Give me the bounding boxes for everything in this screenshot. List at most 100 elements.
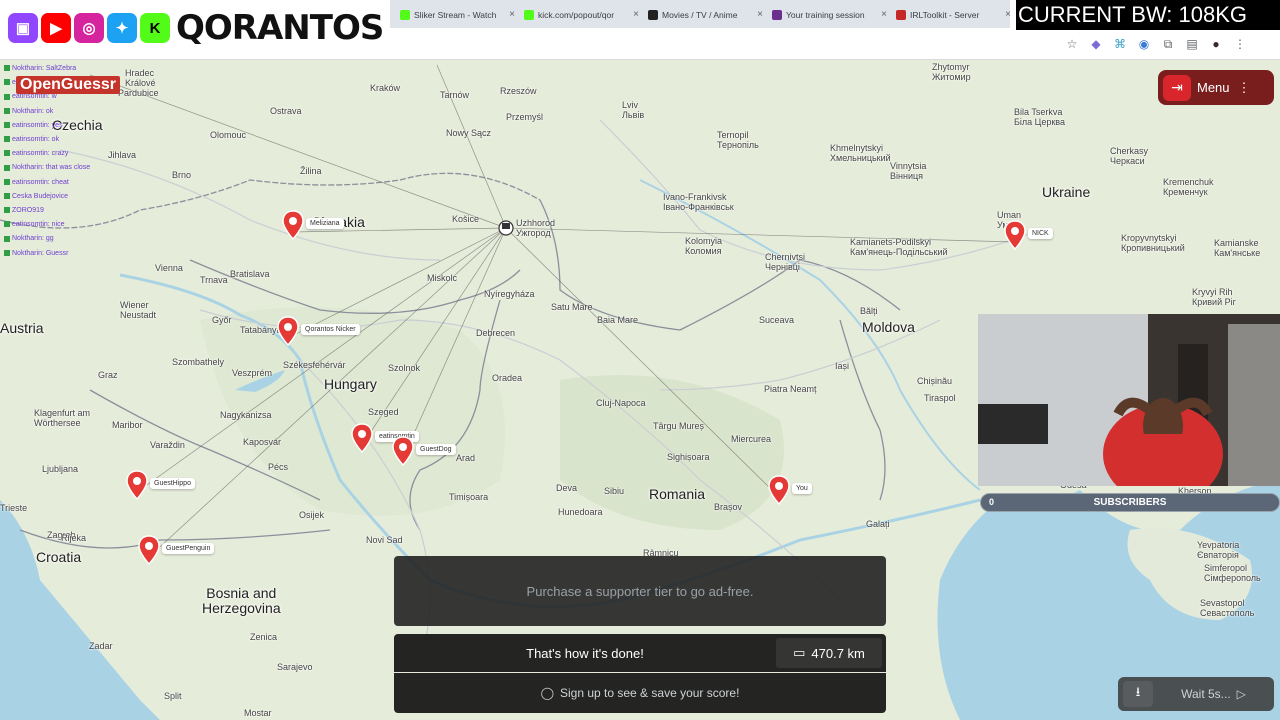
chat-message: Noktharin: SaltZebra [4, 64, 76, 73]
place-label: Chișinău [917, 376, 953, 386]
place-label: Maribor [112, 420, 143, 430]
place-label: Oradea [492, 373, 523, 383]
place-label: Wiener Neustadt [120, 300, 157, 320]
place-label: Chernivtsi Чернівці [765, 252, 806, 272]
chat-message: Noktharin: ok [4, 107, 53, 116]
place-label: Khmelnytskyi Хмельницький [830, 143, 891, 163]
sidebar-icon[interactable]: ▤ [1186, 38, 1198, 50]
chat-text: eatinsomtin: crazy [12, 150, 69, 158]
browser-tab[interactable]: IRLToolkit - Server × [892, 3, 1014, 26]
country-label: Ukraine [1042, 184, 1091, 200]
map-pin-icon [277, 316, 299, 347]
place-label: Tatabánya [240, 325, 282, 335]
wait-label: Wait 5s... [1181, 687, 1231, 701]
stream-logo: ▣ ▶ ◎ ✦ K QORANTOS [8, 8, 384, 48]
close-icon[interactable]: × [878, 9, 890, 20]
webcam-image [978, 314, 1280, 486]
place-label: Klagenfurt am Wörthersee [34, 408, 91, 428]
leave-game-button[interactable]: ⇥ [1163, 74, 1191, 101]
place-label: Ljubljana [42, 464, 79, 474]
chat-message: eatinsomtin: cheat [4, 178, 69, 187]
tab-title: Movies / TV / Anime [662, 9, 738, 20]
chat-text: Noktharin: that was close [12, 164, 91, 172]
map-pin-icon [1004, 220, 1026, 251]
chat-text: eatinsomtin: w [12, 93, 57, 101]
kebab-icon: ⋮ [1237, 79, 1251, 95]
chat-text: eatinsomtin: yes [12, 121, 63, 129]
puzzle-icon[interactable]: ⧉ [1162, 38, 1174, 50]
tab-strip: Sliker Stream - Watch × kick.com/popout/qo… [390, 0, 1011, 28]
country-label: Austria [0, 320, 44, 336]
ad-banner[interactable]: Purchase a supporter tier to go ad-free. [394, 556, 886, 626]
country-label: Romania [649, 486, 706, 502]
profile-icon[interactable]: ● [1210, 38, 1222, 50]
tab-favicon-icon [896, 9, 906, 20]
place-label: Győr [212, 315, 232, 325]
country-label: Croatia [36, 549, 82, 565]
place-label: Baia Mare [597, 315, 639, 325]
target-flag-icon [498, 220, 514, 236]
map-pin-icon [392, 436, 414, 467]
toolbar-icons: ☆ ◆ ⌘ ◉ ⧉ ▤ ● ⋮ [1066, 34, 1246, 54]
place-label: Trnava [200, 275, 228, 285]
result-message: That's how it's done! [526, 646, 644, 661]
place-label: Kamianske Кам'янське [1214, 238, 1261, 258]
chat-message: eatinsomtin: crazy [4, 149, 68, 158]
bandwidth-banner: CURRENT BW: 108KG [1016, 0, 1280, 30]
place-label: Cluj-Napoca [596, 398, 646, 408]
place-label: Kryvyi Rih Кривий Ріг [1192, 287, 1236, 307]
place-label: Debrecen [476, 328, 516, 338]
country-label: Bosnia and Herzegovina [202, 585, 281, 616]
next-round-button[interactable]: Wait 5s... ▷ [1153, 687, 1274, 701]
place-label: Nagykanizsa [220, 410, 272, 420]
place-label: Timișoara [449, 492, 489, 502]
extension-icon[interactable]: ◉ [1138, 38, 1150, 50]
star-icon[interactable]: ☆ [1066, 38, 1078, 50]
menu-button[interactable]: Menu ⋮ [1197, 80, 1251, 96]
close-icon[interactable]: × [506, 9, 518, 20]
round-controls: ⭳ Wait 5s... ▷ [1118, 677, 1274, 711]
pin-label: GuestPenguin [162, 543, 215, 554]
place-label: Szolnok [388, 363, 421, 373]
kick-icon: K [140, 13, 170, 43]
ad-text: Purchase a supporter tier to go ad-free. [526, 583, 754, 599]
browser-tab[interactable]: Sliker Stream - Watch × [396, 3, 518, 26]
close-icon[interactable]: × [754, 9, 766, 20]
download-button[interactable]: ⭳ [1123, 681, 1153, 707]
chat-text: eatinsomtin: cheat [12, 178, 69, 186]
play-icon: ▷ [1236, 687, 1246, 701]
place-label: Sarajevo [277, 662, 313, 672]
place-label: Brașov [714, 502, 743, 512]
place-label: Košice [452, 214, 480, 224]
map-pin-icon [126, 470, 148, 501]
browser-tab[interactable]: kick.com/popout/qor × [520, 3, 642, 26]
browser-tab[interactable]: Your training session × [768, 3, 890, 26]
place-label: Tarnów [440, 90, 470, 100]
place-label: Rzeszów [500, 86, 537, 96]
instagram-icon: ◎ [74, 13, 104, 43]
place-label: Yevpatoria Євпаторія [1197, 540, 1240, 560]
extension-icon[interactable]: ◆ [1090, 38, 1102, 50]
browser-tab[interactable]: Movies / TV / Anime × [644, 3, 766, 26]
chat-message: Noktharin: Guessr [4, 249, 68, 258]
close-icon[interactable]: × [630, 9, 642, 20]
place-label: Kropyvnytskyi Кропивницький [1121, 233, 1185, 253]
menu-label: Menu [1197, 80, 1230, 95]
place-label: Lviv Львів [622, 100, 645, 120]
close-icon[interactable]: × [1002, 9, 1014, 20]
place-label: Kamianets-Podilskyi Кам'янець-Подільськи… [850, 237, 948, 257]
chat-badge-icon [4, 249, 10, 256]
extension-icon[interactable]: ⌘ [1114, 38, 1126, 50]
chat-text: eatinsomtin: ok [12, 136, 60, 143]
chat-message: Noktharin: gg [4, 234, 54, 243]
twitter-icon: ✦ [107, 13, 137, 43]
place-label: Deva [556, 483, 578, 493]
place-label: Székesfehérvár [283, 360, 346, 370]
place-label: Sibiu [604, 486, 625, 496]
kebab-icon[interactable]: ⋮ [1234, 38, 1246, 50]
chat-badge-icon [4, 93, 10, 100]
place-label: Zhytomyr Житомир [932, 62, 971, 82]
chat-badge-icon [4, 221, 10, 228]
signup-button[interactable]: ◯ Sign up to see & save your score! [394, 673, 886, 713]
place-label: Simferopol Сімферополь [1204, 563, 1261, 583]
